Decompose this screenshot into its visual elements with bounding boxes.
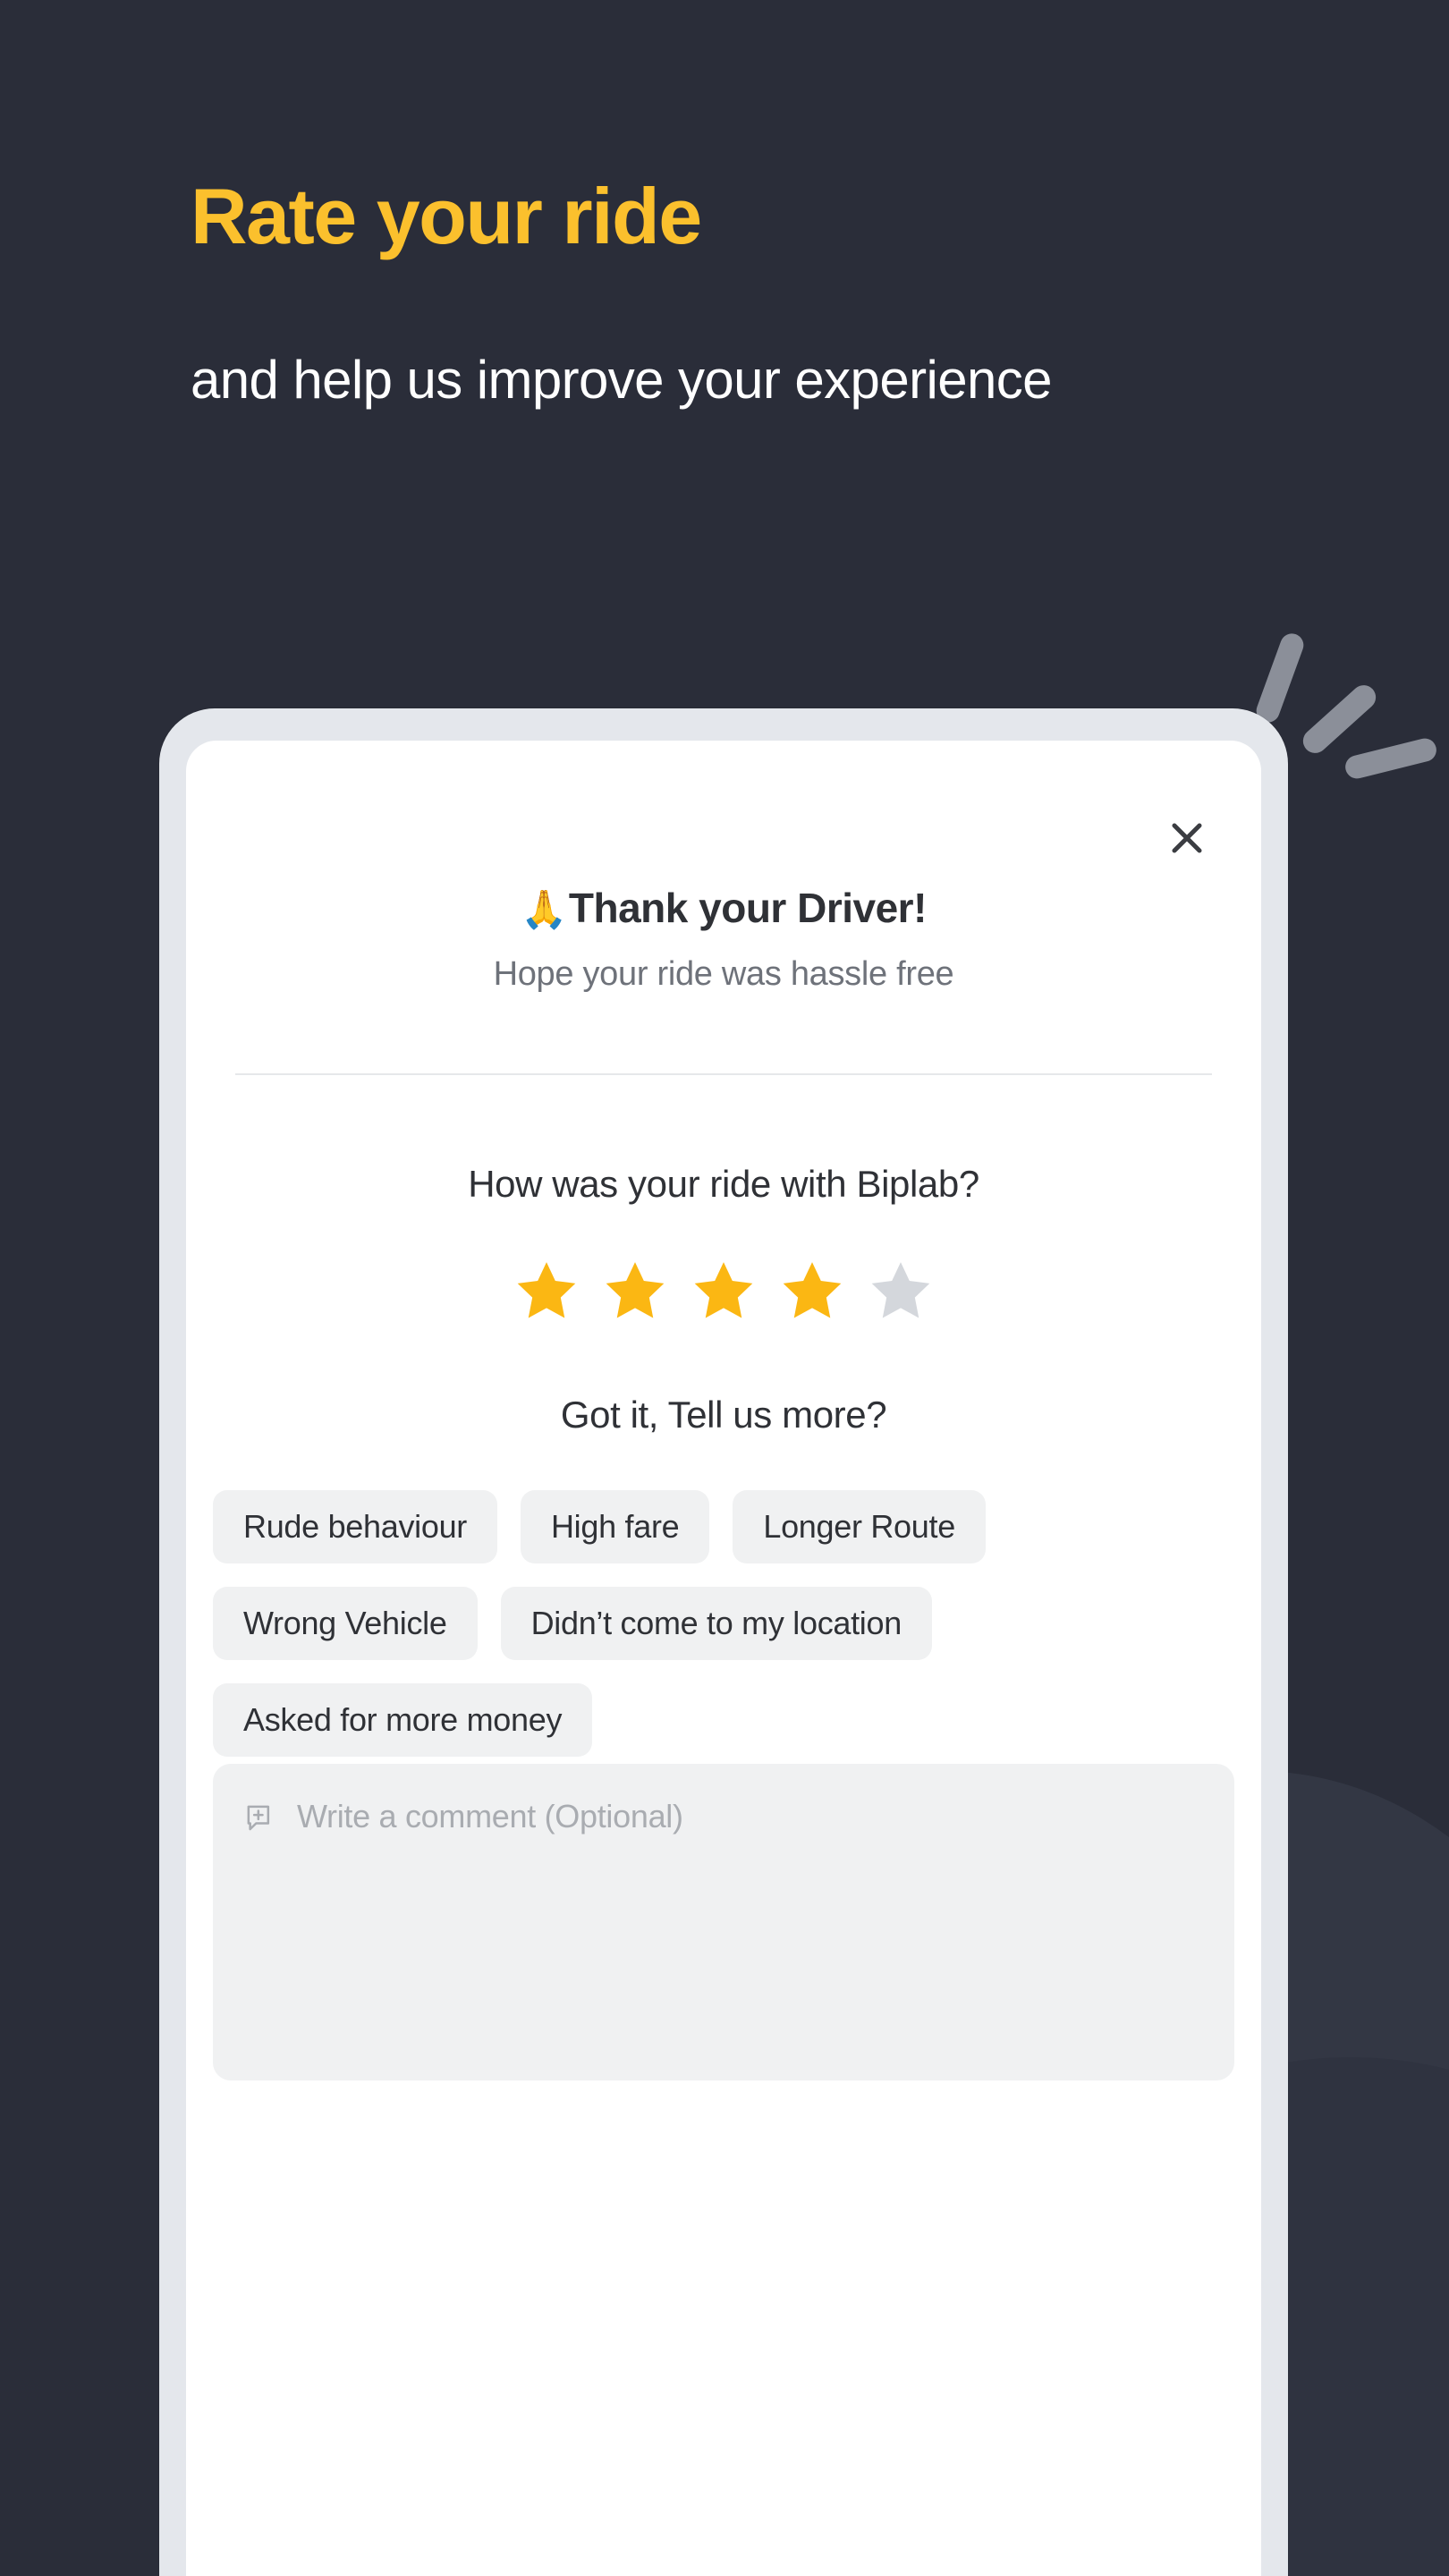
feedback-chip[interactable]: Rude behaviour: [213, 1490, 497, 1563]
sheet-title: 🙏Thank your Driver!: [186, 884, 1261, 932]
star-icon-3[interactable]: [690, 1258, 758, 1326]
page-subtitle: and help us improve your experience: [191, 350, 1053, 410]
close-button[interactable]: [1159, 810, 1215, 866]
comment-placeholder-row: Write a comment (Optional): [243, 1798, 1204, 1837]
page-title: Rate your ride: [191, 172, 702, 260]
star-rating-control[interactable]: [186, 1258, 1261, 1326]
star-icon-5[interactable]: [867, 1258, 935, 1326]
sheet-title-text: Thank your Driver!: [568, 885, 928, 931]
sheet-subtitle: Hope your ride was hassle free: [493, 955, 954, 993]
sparkle-ray-icon: [1343, 735, 1439, 782]
phone-mockup-frame: 🙏Thank your Driver! Hope your ride was h…: [159, 708, 1288, 2576]
star-icon-2[interactable]: [601, 1258, 669, 1326]
rating-question: How was your ride with Biplab?: [468, 1163, 979, 1205]
folded-hands-icon: 🙏: [521, 888, 567, 930]
feedback-question: Got it, Tell us more?: [560, 1394, 887, 1436]
feedback-chip[interactable]: Didn’t come to my location: [500, 1587, 932, 1660]
screenshot-root: Rate your ride and help us improve your …: [0, 0, 1449, 2576]
feedback-chip[interactable]: Asked for more money: [213, 1683, 593, 1757]
sparkle-ray-icon: [1252, 630, 1308, 726]
star-icon-4[interactable]: [778, 1258, 846, 1326]
close-icon: [1172, 823, 1202, 853]
sparkle-ray-icon: [1298, 680, 1381, 758]
star-icon-1[interactable]: [513, 1258, 580, 1326]
feedback-chip[interactable]: Longer Route: [733, 1490, 986, 1563]
feedback-chip[interactable]: High fare: [520, 1490, 710, 1563]
comment-add-icon: [247, 1805, 270, 1831]
header-divider: [235, 1073, 1212, 1075]
comment-placeholder-text: Write a comment (Optional): [297, 1798, 683, 1835]
feedback-chip[interactable]: Wrong Vehicle: [213, 1587, 478, 1660]
phone-screen: 🙏Thank your Driver! Hope your ride was h…: [186, 741, 1261, 2576]
comment-input[interactable]: Write a comment (Optional): [213, 1764, 1234, 2080]
feedback-chip-list: Rude behaviour High fare Longer Route Wrong…: [213, 1490, 1234, 1757]
